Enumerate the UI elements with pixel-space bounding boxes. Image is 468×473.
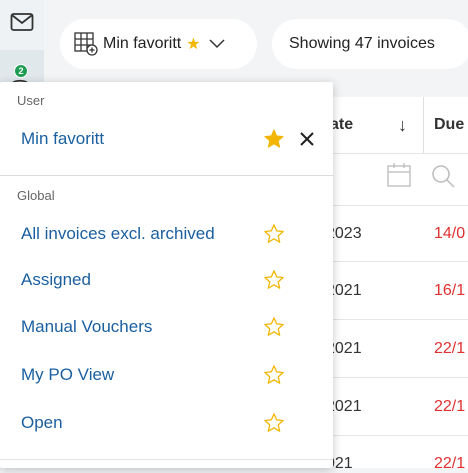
view-selector-label: Min favoritt	[103, 35, 182, 52]
row-divider	[322, 377, 468, 378]
section-divider	[0, 175, 333, 176]
section-title-user: User	[17, 93, 45, 108]
star-outline-icon[interactable]	[263, 364, 285, 386]
mail-nav-item[interactable]	[0, 2, 44, 42]
close-icon[interactable]	[298, 130, 316, 148]
column-header-date[interactable]: ate	[330, 97, 353, 153]
sort-descending-icon[interactable]: ↓	[398, 97, 407, 153]
column-header-due[interactable]: Due	[434, 97, 464, 153]
view-item-assigned[interactable]: Assigned	[0, 257, 333, 303]
view-item-label: My PO View	[21, 365, 115, 384]
view-item-all-invoices[interactable]: All invoices excl. archived	[0, 211, 333, 257]
view-item-label: Assigned	[21, 270, 91, 289]
invoice-table: ate ↓ Due 2023 14/0 2021 16/1 2021 22/1 …	[322, 97, 468, 472]
view-item-label: Min favoritt	[21, 129, 105, 148]
view-item-manual-vouchers[interactable]: Manual Vouchers	[0, 304, 333, 350]
chevron-down-icon	[209, 39, 225, 49]
star-outline-icon[interactable]	[263, 412, 285, 434]
row-divider	[322, 261, 468, 262]
star-outline-icon[interactable]	[263, 316, 285, 338]
invoice-count-text: Showing 47 invoices	[289, 35, 435, 52]
filter-divider	[322, 205, 468, 206]
view-item-min-favoritt[interactable]: Min favoritt	[0, 116, 333, 162]
view-selector[interactable]: Min favoritt ★	[60, 19, 257, 69]
calendar-icon[interactable]	[386, 162, 412, 193]
row-due: 22/1	[434, 340, 466, 357]
column-divider	[423, 97, 424, 153]
view-item-label: All invoices excl. archived	[21, 224, 215, 243]
row-divider	[322, 435, 468, 436]
header-divider	[322, 153, 468, 154]
star-filled-icon[interactable]	[263, 128, 285, 150]
row-due: 22/1	[434, 398, 466, 415]
table-view-icon	[74, 32, 98, 56]
view-item-my-po-view[interactable]: My PO View	[0, 352, 333, 398]
star-outline-icon[interactable]	[263, 223, 285, 245]
bottom-divider	[0, 459, 333, 460]
view-dropdown-menu: User Min favoritt Global All invoices ex…	[0, 82, 333, 468]
search-icon[interactable]	[430, 163, 456, 194]
view-item-label: Open	[21, 413, 63, 432]
view-item-label: Manual Vouchers	[21, 317, 153, 336]
row-due: 16/1	[434, 282, 466, 299]
section-title-global: Global	[17, 188, 55, 203]
mail-icon	[10, 13, 34, 31]
row-due: 14/0	[434, 225, 466, 242]
notification-badge: 2	[14, 64, 28, 78]
star-filled-icon: ★	[186, 36, 201, 53]
row-divider	[322, 319, 468, 320]
star-outline-icon[interactable]	[263, 269, 285, 291]
invoice-count: Showing 47 invoices	[272, 19, 468, 69]
view-item-open[interactable]: Open	[0, 400, 333, 446]
row-due: 22/1	[434, 455, 466, 472]
